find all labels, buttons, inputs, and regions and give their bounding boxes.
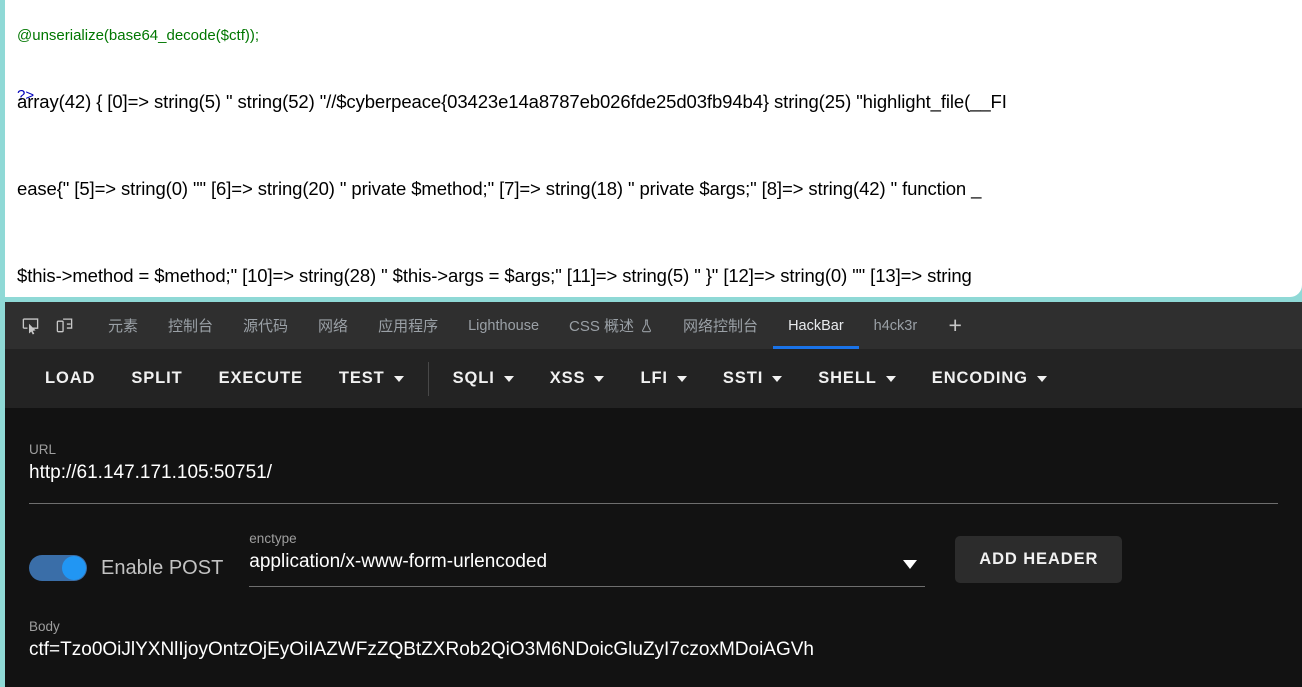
tab-label: CSS 概述 [569,318,635,335]
hackbar-split-button[interactable]: SPLIT [113,359,200,399]
url-input[interactable]: http://61.147.171.105:50751/ [29,458,1278,488]
screen-root: @unserialize(base64_decode($ctf)); ?> ar… [0,0,1302,687]
tab-console[interactable]: 控制台 [153,302,228,349]
browser-viewport: @unserialize(base64_decode($ctf)); ?> ar… [0,0,1302,302]
button-label: XSS [549,369,586,387]
tab-label: 源代码 [243,318,289,335]
hackbar-shell-menu[interactable]: SHELL [800,359,914,399]
url-underline [29,503,1278,504]
hackbar-encoding-menu[interactable]: ENCODING [914,359,1065,399]
tab-css-overview[interactable]: CSS 概述 [554,302,668,349]
hackbar-panel: URL http://61.147.171.105:50751/ Enable … [5,408,1302,687]
post-row: Enable POST enctype application/x-www-fo… [29,504,1278,587]
enctype-value: application/x-www-form-urlencoded [249,551,548,572]
body-field[interactable]: Body ctf=Tzo0OiJlYXNlIjoyOntzOjEyOiIAZWF… [29,587,1278,665]
enctype-select[interactable]: enctype application/x-www-form-urlencode… [249,531,926,587]
var-dump-line: ease{" [5]=> string(0) "" [6]=> string(2… [17,178,982,199]
tab-label: Lighthouse [468,317,540,334]
hackbar-test-menu[interactable]: TEST [321,359,422,399]
button-label: SPLIT [131,369,183,387]
hackbar-xss-menu[interactable]: XSS [532,359,623,399]
button-label: ADD HEADER [979,550,1099,568]
body-input[interactable]: ctf=Tzo0OiJlYXNlIjoyOntzOjEyOiIAZWFzZQBt… [29,635,1278,665]
toolbar-divider [427,361,429,396]
toggle-knob [62,556,86,580]
tab-hackbar[interactable]: HackBar [773,302,859,349]
hackbar-sqli-menu[interactable]: SQLI [435,359,532,399]
button-label: LFI [640,369,668,387]
var-dump-line: $this->method = $method;" [10]=> string(… [17,265,972,286]
tab-label: 控制台 [168,318,214,335]
chevron-down-icon [1036,375,1047,382]
enable-post-label: Enable POST [101,556,224,579]
tab-label: 网络控制台 [683,318,759,335]
tab-label: HackBar [788,317,844,334]
body-label: Body [29,619,60,634]
inspect-element-icon[interactable] [13,309,47,343]
hackbar-ssti-menu[interactable]: SSTI [705,359,800,399]
tab-label: 应用程序 [378,318,439,335]
button-label: SSTI [722,369,764,387]
chevron-down-icon [676,375,687,382]
devtools-tabbar: 元素 控制台 源代码 网络 应用程序 Lighthouse CSS 概述 网络控… [5,302,1302,349]
hackbar-toolbar: LOAD SPLIT EXECUTE TEST SQLI XSS LFI SST… [5,349,1302,408]
hackbar-load-button[interactable]: LOAD [27,359,113,399]
add-header-button[interactable]: ADD HEADER [955,536,1123,583]
url-label: URL [29,442,57,457]
chevron-down-icon [393,375,404,382]
device-toolbar-icon[interactable] [47,309,81,343]
flask-icon [640,319,653,333]
add-tab-label: + [948,312,962,338]
tab-label: 元素 [108,318,139,335]
chevron-down-icon [772,375,783,382]
tab-label: 网络 [318,318,349,335]
button-label: TEST [338,369,385,387]
page-canvas: @unserialize(base64_decode($ctf)); ?> ar… [5,0,1302,297]
tab-h4ck3r[interactable]: h4ck3r [859,302,933,349]
tab-elements[interactable]: 元素 [93,302,153,349]
add-tab-icon[interactable]: + [938,309,972,343]
enctype-label: enctype [249,531,297,546]
button-label: SHELL [818,369,877,387]
tab-network[interactable]: 网络 [303,302,363,349]
button-label: ENCODING [931,369,1028,387]
button-label: LOAD [45,369,96,387]
url-field[interactable]: URL http://61.147.171.105:50751/ [29,408,1278,504]
tab-network-console[interactable]: 网络控制台 [668,302,773,349]
hackbar-execute-button[interactable]: EXECUTE [201,359,321,399]
hackbar-lfi-menu[interactable]: LFI [622,359,704,399]
button-label: SQLI [452,369,495,387]
button-label: EXECUTE [218,369,303,387]
var-dump-output: array(42) { [0]=> string(5) " string(52)… [17,29,1007,297]
chevron-down-icon [503,375,514,382]
tab-sources[interactable]: 源代码 [228,302,303,349]
tab-label: h4ck3r [873,317,918,334]
enable-post-toggle[interactable] [29,555,87,581]
chevron-down-icon [594,375,605,382]
devtools-panel: 元素 控制台 源代码 网络 应用程序 Lighthouse CSS 概述 网络控… [0,302,1302,687]
enable-post-toggle-wrap[interactable]: Enable POST [29,555,223,587]
tab-lighthouse[interactable]: Lighthouse [453,302,554,349]
tab-application[interactable]: 应用程序 [363,302,453,349]
chevron-down-icon[interactable] [903,560,918,569]
var-dump-line: array(42) { [0]=> string(5) " string(52)… [17,91,1007,112]
chevron-down-icon [885,375,896,382]
